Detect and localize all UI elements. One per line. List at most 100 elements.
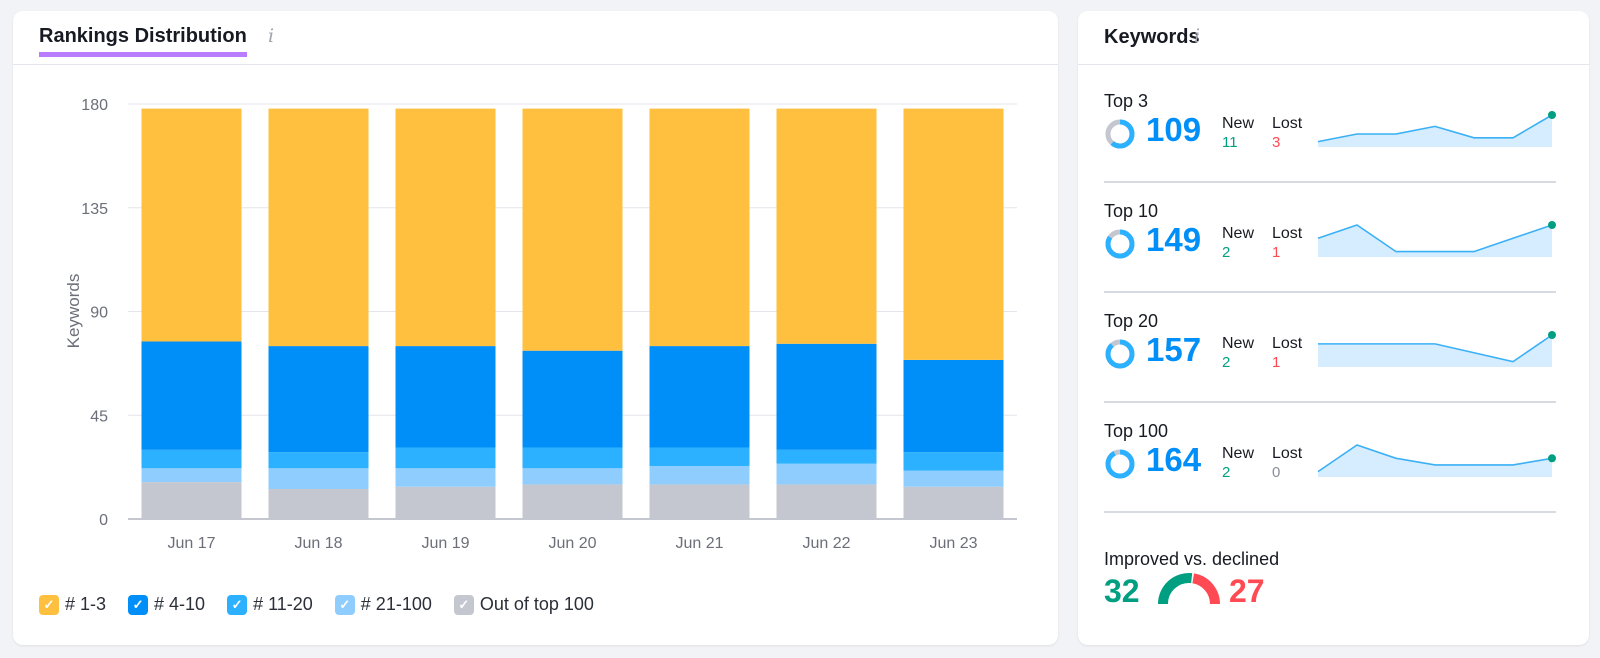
bar-segment-r1_3[interactable] <box>776 108 877 344</box>
bar-segment-r4_10[interactable] <box>903 359 1004 453</box>
sparkline-last-point <box>1548 221 1556 229</box>
new-label: New <box>1222 335 1255 352</box>
lost-count[interactable]: 3 <box>1272 134 1280 151</box>
bar-segment-r21_100[interactable] <box>649 465 750 485</box>
rankings-distribution-panel: Rankings Distribution i 0 45 90 135 180 Keywo… <box>13 11 1058 645</box>
bar-segment-r21_100[interactable] <box>141 468 242 483</box>
keyword-row-label: Top 3 <box>1104 91 1149 111</box>
bar-segment-out[interactable] <box>141 482 242 519</box>
legend-label: # 11-20 <box>253 594 313 614</box>
trend-sparkline[interactable] <box>1314 441 1558 481</box>
lost-count[interactable]: 1 <box>1272 354 1280 371</box>
checkbox-icon[interactable]: ✓ <box>128 594 149 615</box>
keyword-row-label: Top 100 <box>1104 421 1169 441</box>
bar-segment-r11_20[interactable] <box>522 447 623 469</box>
bar-segment-r11_20[interactable] <box>649 447 750 466</box>
bar-segment-r4_10[interactable] <box>649 346 750 448</box>
sparkline-area <box>1318 445 1552 477</box>
keyword-row-label: Top 20 <box>1104 311 1159 331</box>
sparkline-last-point <box>1548 331 1556 339</box>
improved-declined-gauge <box>1158 573 1220 605</box>
new-count[interactable]: 2 <box>1222 354 1230 371</box>
legend-item-r1_3[interactable]: ✓ # 1-3 <box>39 594 106 615</box>
keyword-count[interactable]: 164 <box>1146 441 1201 479</box>
checkbox-icon[interactable]: ✓ <box>227 594 248 615</box>
legend-label: Out of top 100 <box>479 594 594 614</box>
bar-segment-r1_3[interactable] <box>903 108 1004 360</box>
y-tick-label: 45 <box>90 408 108 425</box>
legend-item-r4_10[interactable]: ✓ # 4-10 <box>128 594 205 615</box>
x-tick-label: Jun 23 <box>929 535 977 552</box>
bar-segment-out[interactable] <box>522 484 623 519</box>
lost-label: Lost <box>1272 445 1303 462</box>
y-tick-label: 135 <box>81 201 108 218</box>
bar-segment-r1_3[interactable] <box>649 108 750 347</box>
sparkline-last-point <box>1548 111 1556 119</box>
declined-count[interactable]: 27 <box>1229 573 1265 610</box>
keyword-count[interactable]: 109 <box>1146 111 1201 149</box>
new-count[interactable]: 11 <box>1222 134 1238 151</box>
keyword-row-label: Top 10 <box>1104 201 1159 221</box>
keyword-row[interactable]: Top 3 109 New 11 Lost 3 <box>1104 91 1564 203</box>
donut-fill <box>1105 339 1135 369</box>
legend-item-r11_20[interactable]: ✓ # 11-20 <box>227 594 313 615</box>
bar-segment-r1_3[interactable] <box>522 108 623 351</box>
bar-segment-r4_10[interactable] <box>776 343 877 450</box>
keywords-panel: Keywords i Top 3 109 New 11 Lost 3 Top 10 149 Ne… <box>1078 11 1589 645</box>
keyword-row[interactable]: Top 100 164 New 2 Lost 0 <box>1104 421 1564 533</box>
improved-declined-label: Improved vs. declined <box>1104 549 1280 569</box>
donut-fill <box>1105 449 1135 479</box>
bar-segment-r1_3[interactable] <box>141 108 242 342</box>
info-icon[interactable]: i <box>1194 25 1200 47</box>
keyword-row[interactable]: Top 10 149 New 2 Lost 1 <box>1104 201 1564 313</box>
trend-sparkline[interactable] <box>1314 221 1558 261</box>
bar-segment-r11_20[interactable] <box>268 452 369 469</box>
checkbox-icon[interactable]: ✓ <box>334 594 355 615</box>
bar-segment-r4_10[interactable] <box>522 350 623 448</box>
keyword-row[interactable]: Top 20 157 New 2 Lost 1 <box>1104 311 1564 423</box>
bar-segment-r4_10[interactable] <box>395 346 496 448</box>
bar-segment-r11_20[interactable] <box>903 452 1004 471</box>
gauge-declined-arc <box>1192 573 1220 605</box>
bar-segment-out[interactable] <box>649 484 750 519</box>
lost-count[interactable]: 1 <box>1272 244 1280 261</box>
lost-count[interactable]: 0 <box>1272 464 1280 481</box>
bar-segment-r21_100[interactable] <box>903 470 1004 487</box>
bar-segment-r1_3[interactable] <box>268 108 369 347</box>
row-divider <box>1104 511 1556 513</box>
trend-sparkline[interactable] <box>1314 111 1558 151</box>
bar-segment-r21_100[interactable] <box>268 468 369 490</box>
bar-segment-out[interactable] <box>395 486 496 519</box>
y-tick-label: 180 <box>81 97 108 114</box>
rankings-chart: 0 45 90 135 180 Keywords Jun 17 Jun 18 Jun 19 Jun… <box>64 97 1017 552</box>
bar-segment-r4_10[interactable] <box>141 341 242 450</box>
new-label: New <box>1222 225 1255 242</box>
checkbox-icon[interactable]: ✓ <box>39 594 59 615</box>
checkbox-icon[interactable]: ✓ <box>453 594 474 615</box>
bar-segment-r4_10[interactable] <box>268 346 369 453</box>
keyword-count[interactable]: 157 <box>1146 331 1201 369</box>
keyword-count[interactable]: 149 <box>1146 221 1201 259</box>
legend-item-out[interactable]: ✓ Out of top 100 <box>453 594 594 615</box>
y-tick-label: 0 <box>99 512 108 529</box>
x-tick-label: Jun 17 <box>167 535 215 552</box>
improved-count[interactable]: 32 <box>1104 573 1140 610</box>
bar-segment-r21_100[interactable] <box>776 463 877 485</box>
bar-segment-r21_100[interactable] <box>522 468 623 485</box>
trend-sparkline[interactable] <box>1314 331 1558 371</box>
bar-segment-r11_20[interactable] <box>776 449 877 464</box>
bar-segment-r11_20[interactable] <box>395 447 496 469</box>
sparkline-area <box>1318 115 1552 147</box>
bar-segment-out[interactable] <box>268 489 369 519</box>
x-tick-label: Jun 21 <box>675 535 723 552</box>
bar-segment-r21_100[interactable] <box>395 468 496 487</box>
new-count[interactable]: 2 <box>1222 244 1230 261</box>
bar-segment-out[interactable] <box>903 486 1004 519</box>
row-divider <box>1104 401 1556 403</box>
new-count[interactable]: 2 <box>1222 464 1230 481</box>
new-label: New <box>1222 115 1255 132</box>
legend-item-r21_100[interactable]: ✓ # 21-100 <box>334 594 432 615</box>
bar-segment-r11_20[interactable] <box>141 449 242 469</box>
bar-segment-r1_3[interactable] <box>395 108 496 347</box>
bar-segment-out[interactable] <box>776 484 877 519</box>
